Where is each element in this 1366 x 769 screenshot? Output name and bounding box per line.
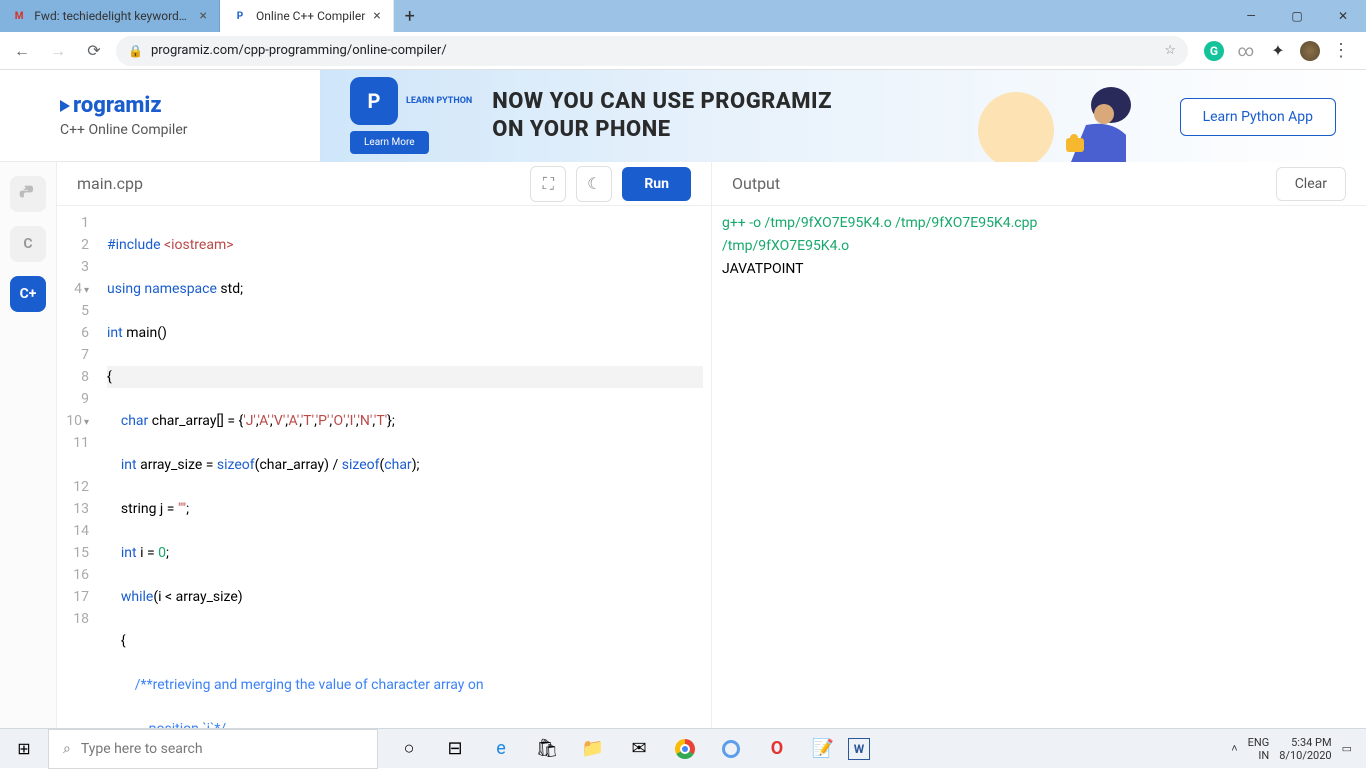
site-header: rogramiz C++ Online Compiler P LEARN PYT… xyxy=(0,70,1366,162)
start-button[interactable]: ⊞ xyxy=(0,729,48,769)
tab-programiz[interactable]: P Online C++ Compiler × xyxy=(220,0,394,32)
chromium-icon[interactable] xyxy=(710,729,752,769)
clear-button[interactable]: Clear xyxy=(1276,167,1346,201)
maximize-button[interactable]: ▢ xyxy=(1274,0,1320,32)
store-icon[interactable]: 🛍 xyxy=(526,729,568,769)
cortana-icon[interactable]: ○ xyxy=(388,729,430,769)
lock-icon: 🔒 xyxy=(128,44,143,58)
opera-icon[interactable]: O xyxy=(756,729,798,769)
url-text: programiz.com/cpp-programming/online-com… xyxy=(151,43,447,58)
learn-python-app-button[interactable]: Learn Python App xyxy=(1180,98,1336,136)
promo-title: NOW YOU CAN USE PROGRAMIZ ON YOUR PHONE xyxy=(492,88,832,143)
reload-button[interactable]: ⟳ xyxy=(80,37,108,65)
theme-toggle-button[interactable]: ☾ xyxy=(576,166,612,202)
code-editor[interactable]: 1 2 3 4▾ 5 6 7 8 9 10▾ 11 12 13 14 15 1 xyxy=(57,206,711,728)
fold-icon[interactable]: ▾ xyxy=(84,285,89,296)
tab-gmail[interactable]: M Fwd: techiedelight keywords list - × xyxy=(0,0,220,32)
search-icon: ⌕ xyxy=(63,741,71,757)
fullscreen-button[interactable]: ⛶ xyxy=(530,166,566,202)
clock[interactable]: 5:34 PM 8/10/2020 xyxy=(1279,736,1331,762)
back-button[interactable]: ← xyxy=(8,37,36,65)
grammarly-icon[interactable]: G xyxy=(1204,41,1224,61)
run-button[interactable]: Run xyxy=(622,167,691,201)
taskbar-search[interactable]: ⌕ Type here to search xyxy=(48,729,378,769)
chrome-menu-icon[interactable]: ⋮ xyxy=(1332,40,1350,61)
programiz-logo[interactable]: rogramiz xyxy=(60,93,320,118)
sidebar-item-cpp[interactable]: C+ xyxy=(10,276,46,312)
editor-pane: main.cpp ⛶ ☾ Run 1 2 3 4▾ 5 6 7 8 9 10▾ xyxy=(57,162,712,728)
taskbar-apps: ○ ⊟ e 🛍 📁 ✉ O 📝 W xyxy=(388,729,870,769)
output-title: Output xyxy=(732,174,780,193)
search-placeholder: Type here to search xyxy=(81,741,203,757)
logo-block: rogramiz C++ Online Compiler xyxy=(0,93,320,138)
close-icon[interactable]: × xyxy=(200,8,207,24)
address-bar: ← → ⟳ 🔒 programiz.com/cpp-programming/on… xyxy=(0,32,1366,70)
new-tab-button[interactable]: + xyxy=(394,6,426,27)
close-window-button[interactable]: ✕ xyxy=(1320,0,1366,32)
promo-badge-block: P LEARN PYTHON Learn More xyxy=(350,77,472,154)
ie-icon[interactable]: e xyxy=(480,729,522,769)
taskview-icon[interactable]: ⊟ xyxy=(434,729,476,769)
notepad-icon[interactable]: 📝 xyxy=(802,729,844,769)
profile-avatar[interactable] xyxy=(1300,41,1320,61)
window-controls: — ▢ ✕ xyxy=(1228,0,1366,32)
output-pane: Output Clear g++ -o /tmp/9fXO7E95K4.o /t… xyxy=(712,162,1366,728)
promo-illustration xyxy=(956,70,1156,162)
cloud-icon[interactable]: ∞ xyxy=(1236,41,1256,61)
promo-learn-more-button[interactable]: Learn More xyxy=(350,131,429,154)
filename-label: main.cpp xyxy=(77,174,143,193)
line-gutter: 1 2 3 4▾ 5 6 7 8 9 10▾ 11 12 13 14 15 1 xyxy=(57,206,99,728)
extensions-icon[interactable]: ✦ xyxy=(1268,41,1288,61)
workspace: C C+ main.cpp ⛶ ☾ Run 1 2 3 4▾ 5 6 7 xyxy=(0,162,1366,728)
notifications-icon[interactable]: ▭ xyxy=(1342,742,1352,755)
promo-badge-icon: P xyxy=(350,77,398,125)
word-icon[interactable]: W xyxy=(848,738,870,760)
mail-icon[interactable]: ✉ xyxy=(618,729,660,769)
output-command: /tmp/9fXO7E95K4.o xyxy=(722,238,849,254)
sidebar-item-python[interactable] xyxy=(10,176,46,212)
system-tray: ˄ ENG IN 5:34 PM 8/10/2020 ▭ xyxy=(1217,736,1366,762)
tray-up-icon[interactable]: ˄ xyxy=(1231,742,1237,755)
fold-icon[interactable]: ▾ xyxy=(84,417,89,428)
output-header: Output Clear xyxy=(712,162,1366,206)
explorer-icon[interactable]: 📁 xyxy=(572,729,614,769)
panes: main.cpp ⛶ ☾ Run 1 2 3 4▾ 5 6 7 8 9 10▾ xyxy=(57,162,1366,728)
language-sidebar: C C+ xyxy=(0,162,57,728)
browser-titlebar: M Fwd: techiedelight keywords list - × P… xyxy=(0,0,1366,32)
programiz-icon: P xyxy=(232,8,248,24)
promo-learn-label: LEARN PYTHON xyxy=(406,96,472,106)
url-input[interactable]: 🔒 programiz.com/cpp-programming/online-c… xyxy=(116,36,1188,66)
output-body[interactable]: g++ -o /tmp/9fXO7E95K4.o /tmp/9fXO7E95K4… xyxy=(712,206,1366,728)
sidebar-item-c[interactable]: C xyxy=(10,226,46,262)
forward-button[interactable]: → xyxy=(44,37,72,65)
minimize-button[interactable]: — xyxy=(1228,0,1274,32)
tab-title: Online C++ Compiler xyxy=(256,9,365,23)
windows-taskbar: ⊞ ⌕ Type here to search ○ ⊟ e 🛍 📁 ✉ O 📝 … xyxy=(0,728,1366,768)
page-subtitle: C++ Online Compiler xyxy=(60,122,320,138)
output-result: JAVATPOINT xyxy=(722,261,804,277)
play-icon xyxy=(60,100,70,112)
code-area[interactable]: #include <iostream> using namespace std;… xyxy=(99,206,711,728)
extensions-area: G ∞ ✦ ⋮ xyxy=(1196,40,1358,61)
output-command: g++ -o /tmp/9fXO7E95K4.o /tmp/9fXO7E95K4… xyxy=(722,215,1037,231)
close-icon[interactable]: × xyxy=(373,8,380,24)
star-icon[interactable]: ☆ xyxy=(1164,43,1176,58)
language-indicator[interactable]: ENG IN xyxy=(1248,736,1270,762)
editor-header: main.cpp ⛶ ☾ Run xyxy=(57,162,711,206)
chrome-icon[interactable] xyxy=(664,729,706,769)
tab-title: Fwd: techiedelight keywords list - xyxy=(34,9,191,23)
promo-banner: P LEARN PYTHON Learn More NOW YOU CAN US… xyxy=(320,70,1366,162)
gmail-icon: M xyxy=(12,8,26,24)
